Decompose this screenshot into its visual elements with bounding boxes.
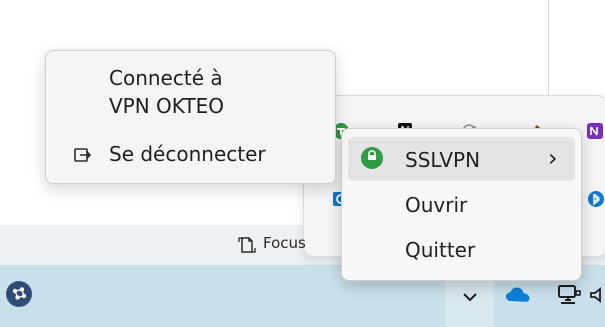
screen: SSLVPN › Ouvrir Quitter Connecté à VPN O… <box>0 0 605 327</box>
vpn-submenu: Connecté à VPN OKTEO Se déconnecter <box>45 50 336 184</box>
network-hub-icon[interactable] <box>6 281 32 307</box>
menu-item-open[interactable]: Ouvrir <box>405 193 467 217</box>
focus-icon <box>238 237 256 253</box>
onenote-icon[interactable] <box>586 122 604 140</box>
disconnect-icon <box>74 148 92 162</box>
submenu-chevron-icon: › <box>548 144 558 172</box>
disconnect-button[interactable]: Se déconnecter <box>74 140 319 172</box>
bluetooth-icon[interactable] <box>587 190 605 208</box>
focus-label: Focus <box>263 234 306 252</box>
chevron-down-icon <box>463 293 477 302</box>
network-icon[interactable] <box>554 283 582 307</box>
vpn-shield-icon <box>361 147 383 169</box>
onedrive-icon[interactable] <box>505 286 531 304</box>
menu-item-quit[interactable]: Quitter <box>405 238 475 262</box>
menu-item-sslvpn[interactable]: SSLVPN <box>405 148 480 172</box>
connected-status-line-1: Connecté à <box>109 66 223 90</box>
disconnect-label: Se déconnecter <box>109 142 266 166</box>
tray-context-menu: SSLVPN › Ouvrir Quitter <box>341 128 582 281</box>
connected-status-line-2: VPN OKTEO <box>109 94 224 118</box>
speaker-icon[interactable] <box>590 286 605 304</box>
